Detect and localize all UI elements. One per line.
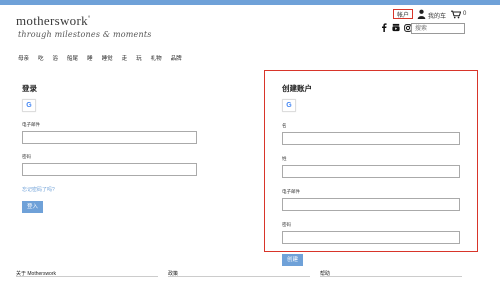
google-icon: G bbox=[26, 102, 32, 109]
register-password-field[interactable] bbox=[282, 231, 460, 244]
social-links bbox=[380, 23, 412, 32]
cart-count: 0 bbox=[463, 11, 467, 17]
register-form: 创建账户 G 名 姓 电子邮件 密码 创建 bbox=[282, 83, 460, 266]
google-icon: G bbox=[286, 102, 292, 109]
main-nav: 母亲 吃 浴 船尾 睡 睡觉 走 玩 礼物 品牌 bbox=[18, 54, 191, 62]
logo[interactable]: motherswork° through milestones & moment… bbox=[16, 13, 152, 39]
facebook-icon[interactable] bbox=[380, 23, 388, 32]
nav-item-walk[interactable]: 走 bbox=[122, 54, 128, 62]
logo-wordmark: motherswork° bbox=[16, 13, 91, 28]
login-button[interactable]: 登入 bbox=[22, 201, 43, 213]
register-email-label: 电子邮件 bbox=[282, 189, 300, 194]
login-email-field[interactable] bbox=[22, 131, 197, 144]
search-input[interactable] bbox=[411, 23, 465, 34]
youtube-icon[interactable] bbox=[392, 23, 400, 32]
forgot-password-link[interactable]: 忘记密码了吗? bbox=[22, 186, 197, 193]
google-register-button[interactable]: G bbox=[282, 99, 296, 112]
nav-item-sleep[interactable]: 睡 bbox=[87, 54, 93, 62]
login-password-label: 密码 bbox=[22, 154, 31, 159]
first-name-field[interactable] bbox=[282, 132, 460, 145]
logo-tagline: through milestones & moments bbox=[18, 30, 152, 39]
login-title: 登录 bbox=[22, 84, 37, 93]
cart-icon[interactable] bbox=[451, 10, 461, 19]
nav-item-sleeping[interactable]: 睡觉 bbox=[102, 54, 113, 62]
nav-item-mother[interactable]: 母亲 bbox=[18, 54, 29, 62]
person-icon[interactable] bbox=[417, 9, 426, 19]
register-email-field[interactable] bbox=[282, 198, 460, 211]
login-form: 登录 G 电子邮件 密码 忘记密码了吗? 登入 bbox=[22, 83, 197, 213]
first-name-label: 名 bbox=[282, 123, 287, 128]
nav-item-play[interactable]: 玩 bbox=[136, 54, 142, 62]
nav-item-brands[interactable]: 品牌 bbox=[171, 54, 182, 62]
last-name-label: 姓 bbox=[282, 156, 287, 161]
register-title: 创建账户 bbox=[282, 84, 312, 93]
nav-item-eat[interactable]: 吃 bbox=[38, 54, 44, 62]
account-link[interactable]: 帐户 bbox=[393, 9, 414, 19]
login-email-label: 电子邮件 bbox=[22, 122, 40, 127]
footer-divider bbox=[16, 276, 158, 277]
create-account-button[interactable]: 创建 bbox=[282, 254, 303, 266]
account-label: 帐户 bbox=[397, 12, 410, 19]
register-password-label: 密码 bbox=[282, 222, 291, 227]
google-login-button[interactable]: G bbox=[22, 99, 36, 112]
nav-item-bath[interactable]: 浴 bbox=[53, 54, 59, 62]
cart-link[interactable]: 我的车 bbox=[428, 11, 446, 20]
login-password-field[interactable] bbox=[22, 163, 197, 176]
top-bar bbox=[0, 0, 500, 5]
nav-item-gifts[interactable]: 礼物 bbox=[151, 54, 162, 62]
nav-item-stern[interactable]: 船尾 bbox=[67, 54, 78, 62]
footer-divider bbox=[168, 276, 310, 277]
footer-divider bbox=[320, 276, 462, 277]
last-name-field[interactable] bbox=[282, 165, 460, 178]
